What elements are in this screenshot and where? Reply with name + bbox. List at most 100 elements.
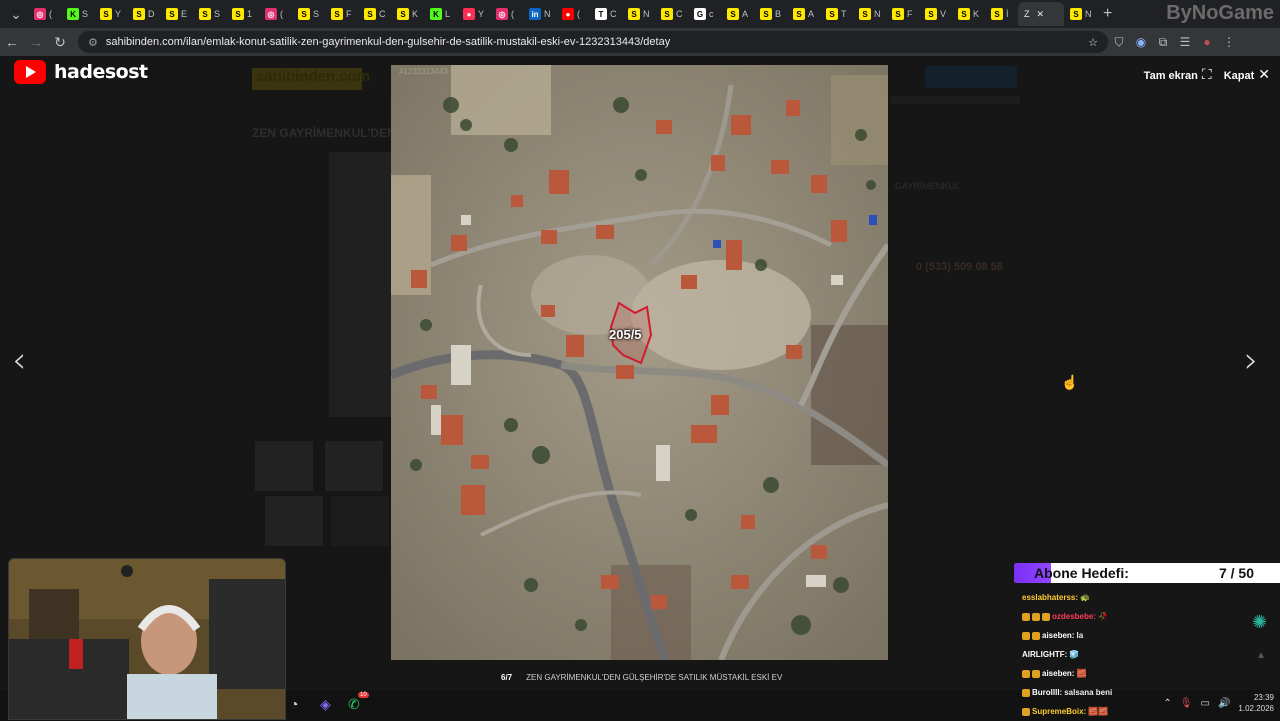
tab-favicon: ● <box>463 8 475 20</box>
taskbar-steam-icon[interactable]: ◔ <box>290 696 298 712</box>
browser-tab[interactable]: SD <box>127 2 160 26</box>
tab-favicon: S <box>397 8 409 20</box>
voice-extension-icon[interactable]: ◉ <box>1130 35 1152 49</box>
forward-icon[interactable]: → <box>24 34 48 50</box>
browser-tab[interactable]: SS <box>193 2 226 26</box>
browser-tab[interactable]: Gc <box>688 2 721 26</box>
reload-icon[interactable]: ↻ <box>48 34 72 51</box>
bookmark-star-icon[interactable]: ☆ <box>1088 36 1098 49</box>
chat-badge-icon <box>1032 631 1040 640</box>
browser-tab[interactable]: TC <box>589 2 622 26</box>
chat-badge-icon <box>1022 669 1030 678</box>
chat-username[interactable]: esslabhaterss: <box>1022 593 1078 602</box>
chat-badge-icon <box>1032 669 1040 678</box>
browser-tab[interactable]: ● Y <box>457 2 490 26</box>
browser-tab[interactable]: SC <box>358 2 391 26</box>
tray-expand-icon[interactable]: ⌃ <box>1163 698 1171 709</box>
tab-favicon: S <box>100 8 112 20</box>
tab-label: N <box>874 9 881 19</box>
chat-badge-icon <box>1022 688 1030 697</box>
volume-icon[interactable]: 🔊 <box>1218 698 1230 709</box>
clock[interactable]: 23:39 1.02.2026 <box>1238 692 1274 714</box>
tab-favicon: in <box>529 8 541 20</box>
next-arrow-icon[interactable]: › <box>1244 340 1258 381</box>
browser-tab[interactable]: SF <box>325 2 358 26</box>
display-icon[interactable]: ▭ <box>1201 698 1210 709</box>
image-caption: ZEN GAYRİMENKUL'DEN GÜLŞEHİR'DE SATILIK … <box>526 672 783 682</box>
chat-text: salsana beni <box>1064 688 1113 697</box>
tab-label: A <box>808 9 815 19</box>
browser-tab[interactable]: SV <box>919 2 952 26</box>
tab-favicon: S <box>298 8 310 20</box>
taskbar-obs-icon[interactable]: ◈ <box>320 696 331 713</box>
browser-tab[interactable]: SF <box>886 2 919 26</box>
hand-cursor-icon: ☝ <box>1061 374 1079 390</box>
browser-tab[interactable]: SE <box>160 2 193 26</box>
browser-tab[interactable]: KS <box>61 2 94 26</box>
tab-favicon: S <box>958 8 970 20</box>
tab-favicon: K <box>430 8 442 20</box>
browser-tab[interactable]: SK <box>952 2 985 26</box>
microphone-icon[interactable]: 🎙 <box>1180 698 1193 709</box>
tab-active[interactable]: Z ✕ <box>1018 2 1064 26</box>
browser-tab[interactable]: SY <box>94 2 127 26</box>
browser-tab[interactable]: SN <box>853 2 886 26</box>
back-icon[interactable]: ← <box>0 34 24 50</box>
browser-tab[interactable]: KL <box>424 2 457 26</box>
tab-label: B <box>775 9 782 19</box>
browser-tab[interactable]: ◎( <box>28 2 61 26</box>
tab-label: 1 <box>247 9 253 19</box>
tab-label: F <box>907 9 913 19</box>
fullscreen-button[interactable]: Tam ekran ⛶ <box>1144 66 1212 83</box>
tab-favicon: S <box>232 8 244 20</box>
chat-username[interactable]: aiseben: <box>1042 631 1074 640</box>
chat-username[interactable]: AIRLIGHTF: <box>1022 650 1067 659</box>
browser-tab[interactable]: ◎( <box>490 2 523 26</box>
profile-avatar[interactable]: ● <box>1196 35 1218 49</box>
listing-photo-satellite-map: 205/5 #1232313443 <box>391 65 888 660</box>
browser-tab[interactable]: SK <box>391 2 424 26</box>
browser-tab[interactable]: SS <box>292 2 325 26</box>
new-tab-button[interactable]: + <box>1103 5 1112 23</box>
close-button[interactable]: Kapat ✕ <box>1224 66 1270 83</box>
chat-username[interactable]: aiseben: <box>1042 669 1074 678</box>
site-info-icon[interactable]: ⚙ <box>88 36 98 49</box>
chat-message: esslabhaterss: 🐢 <box>1022 588 1272 607</box>
browser-tab[interactable]: SA <box>721 2 754 26</box>
chat-username[interactable]: ozdesbebe: <box>1052 612 1096 621</box>
tab-close-icon[interactable]: ✕ <box>1037 9 1045 20</box>
browser-tab[interactable]: SA <box>787 2 820 26</box>
scroll-up-icon[interactable]: ▲ <box>1256 650 1266 661</box>
site-logo: sahibinden.com <box>252 68 370 90</box>
tab-extra[interactable]: S N <box>1064 2 1097 26</box>
url-field[interactable]: ⚙ sahibinden.com/ilan/emlak-konut-satili… <box>78 31 1108 53</box>
tab-favicon: S <box>859 8 871 20</box>
tab-strip: ⌄ ◎(K S S Y S D S E S S S 1 ◎(S S S F S C S K K L ● Y ◎(in N ●(T C S… <box>0 0 1280 28</box>
chat-username[interactable]: Burollll: <box>1032 688 1062 697</box>
browser-tab[interactable]: SC <box>655 2 688 26</box>
playlist-icon[interactable]: ☰ <box>1174 35 1196 49</box>
browser-tab[interactable]: ◎( <box>259 2 292 26</box>
shield-icon[interactable]: ⛉ <box>1108 35 1130 50</box>
tab-active-label: Z <box>1024 9 1030 19</box>
tab-search-icon[interactable]: ⌄ <box>4 6 28 23</box>
prev-arrow-icon[interactable]: ‹ <box>12 340 26 381</box>
tab-label: L <box>445 9 451 19</box>
chat-username[interactable]: SupremeBoix: <box>1032 707 1086 716</box>
tab-favicon: S <box>133 8 145 20</box>
chat-text: 🥀 <box>1098 612 1108 621</box>
tab-label: ( <box>49 9 52 19</box>
taskbar-whatsapp-icon[interactable]: ✆ <box>348 696 360 713</box>
browser-tab[interactable]: Sİ <box>985 2 1018 26</box>
browser-tab[interactable]: S1 <box>226 2 259 26</box>
browser-tab[interactable]: ●( <box>556 2 589 26</box>
browser-tab[interactable]: in N <box>523 2 556 26</box>
settings-gear-icon[interactable]: ✺ <box>1252 612 1274 634</box>
menu-kebab-icon[interactable]: ⋮ <box>1218 35 1240 49</box>
browser-tab[interactable]: SN <box>622 2 655 26</box>
tab-label: S <box>313 9 320 19</box>
browser-tab[interactable]: SB <box>754 2 787 26</box>
browser-tab[interactable]: ST <box>820 2 853 26</box>
extensions-icon[interactable]: ⧉ <box>1152 35 1174 50</box>
tab-favicon: S <box>331 8 343 20</box>
